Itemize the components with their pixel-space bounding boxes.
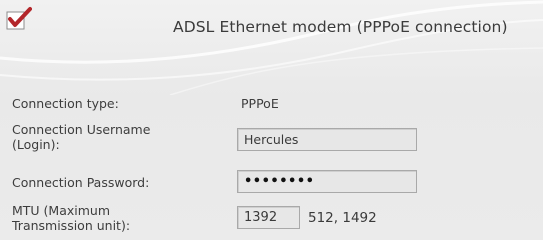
mtu-label: MTU (Maximum Transmission unit): [12, 203, 130, 233]
enable-checkbox[interactable] [6, 6, 32, 30]
username-label-line1: Connection Username [12, 122, 151, 137]
settings-panel: ADSL Ethernet modem (PPPoE connection) C… [0, 0, 543, 240]
connection-type-value: PPPoE [241, 96, 279, 111]
username-label: Connection Username (Login): [12, 122, 150, 152]
mtu-range-hint: 512, 1492 [308, 210, 377, 226]
mtu-input[interactable]: 1392 [237, 206, 300, 229]
mtu-label-line1: MTU (Maximum [12, 203, 111, 218]
username-input[interactable]: Hercules [237, 128, 417, 151]
password-input[interactable]: •••••••• [237, 170, 417, 193]
password-label: Connection Password: [12, 175, 150, 190]
username-label-line2: (Login): [12, 137, 60, 152]
mtu-label-line2: Transmission unit): [12, 218, 131, 233]
background-swoosh [0, 0, 543, 95]
connection-type-label: Connection type: [12, 96, 119, 111]
page-title: ADSL Ethernet modem (PPPoE connection) [173, 18, 508, 36]
